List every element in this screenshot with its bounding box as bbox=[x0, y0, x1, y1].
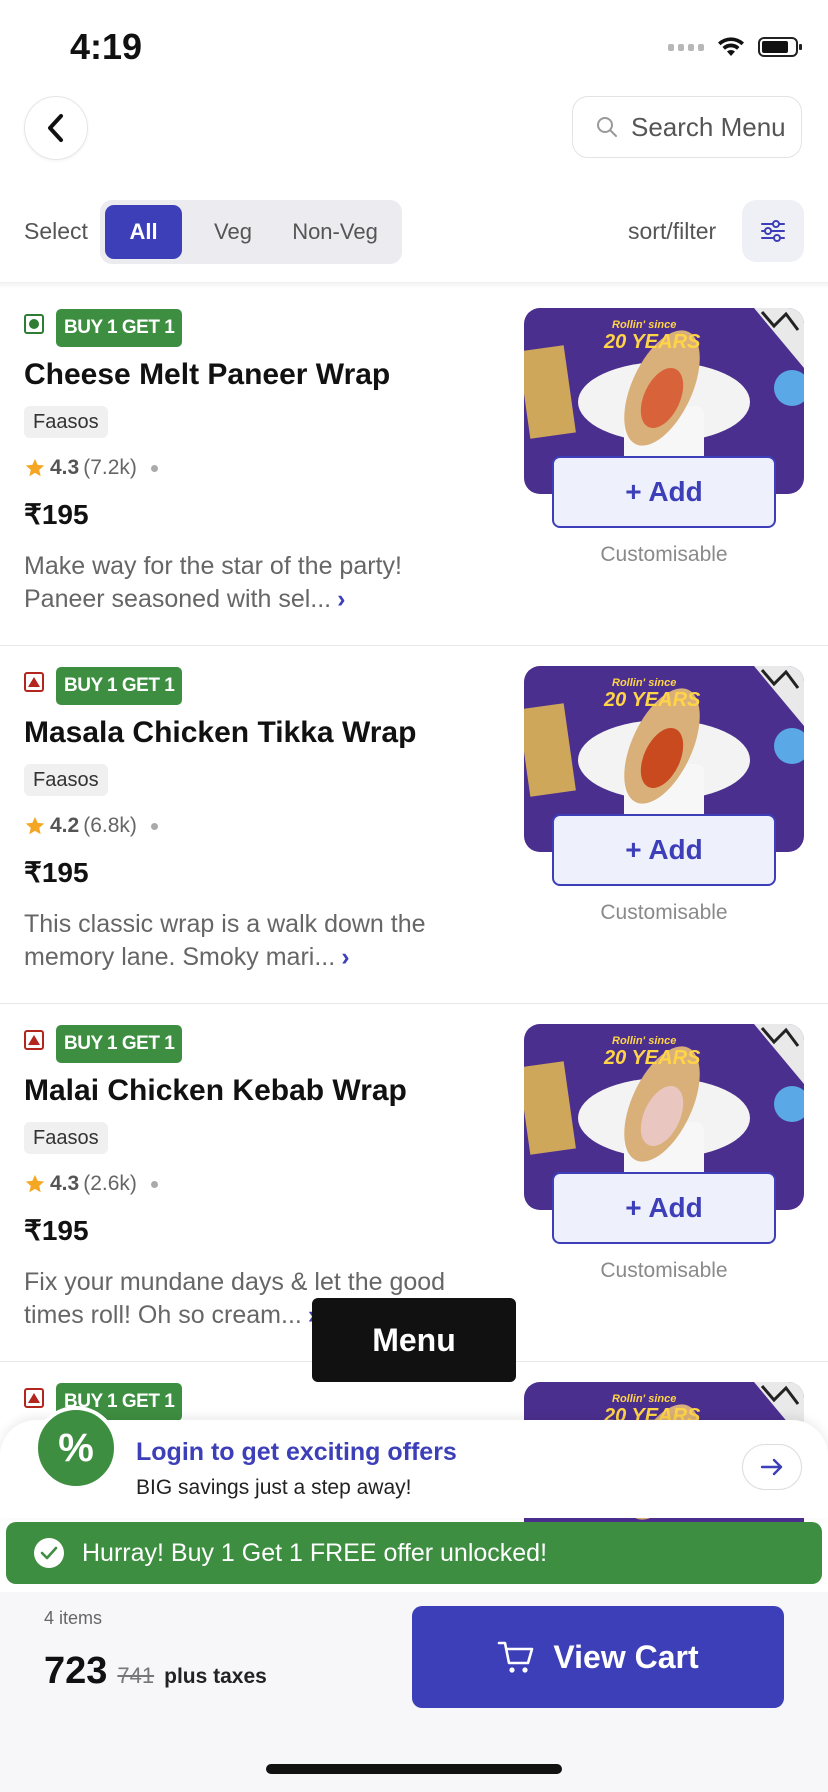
rating: 4.2 (6.8k) bbox=[24, 814, 158, 838]
add-button[interactable]: + Add bbox=[552, 1172, 776, 1244]
rating-count: (6.8k) bbox=[83, 814, 137, 837]
description-text: This classic wrap is a walk down the mem… bbox=[24, 910, 426, 971]
item-price: ₹195 bbox=[24, 1215, 89, 1246]
search-placeholder: Search Menu bbox=[631, 111, 786, 142]
sort-filter-label[interactable]: sort/filter bbox=[628, 218, 716, 245]
item-description[interactable]: This classic wrap is a walk down the mem… bbox=[24, 908, 464, 974]
rating-value: 4.3 bbox=[50, 1172, 80, 1195]
add-button[interactable]: + Add bbox=[552, 456, 776, 528]
chevron-right-icon[interactable]: › bbox=[341, 943, 349, 971]
rating-separator bbox=[150, 822, 158, 830]
offer-unlocked-text: Hurray! Buy 1 Get 1 FREE offer unlocked! bbox=[82, 1538, 548, 1567]
star-icon bbox=[25, 1174, 45, 1193]
home-indicator bbox=[266, 1764, 562, 1774]
brand-tag: Faasos bbox=[24, 406, 108, 438]
brand-tag: Faasos bbox=[24, 1122, 108, 1154]
wifi-icon bbox=[718, 37, 744, 56]
login-offer-subtitle: BIG savings just a step away! bbox=[136, 1476, 412, 1499]
search-menu-input[interactable]: Search Menu bbox=[572, 96, 802, 158]
taxes-note: plus taxes bbox=[164, 1665, 267, 1688]
login-offer-title[interactable]: Login to get exciting offers bbox=[136, 1438, 457, 1467]
rating-value: 4.3 bbox=[50, 456, 80, 479]
svg-text:20 YEARS: 20 YEARS bbox=[603, 331, 701, 353]
rating-count: (7.2k) bbox=[83, 456, 137, 479]
cart-icon bbox=[498, 1641, 534, 1673]
cart-items-count: 4 items bbox=[44, 1608, 103, 1628]
svg-text:Rollin' since: Rollin' since bbox=[612, 677, 676, 689]
item-price: ₹195 bbox=[24, 499, 89, 530]
offer-badge: BUY 1 GET 1 bbox=[56, 667, 183, 705]
item-name[interactable]: Cheese Melt Paneer Wrap bbox=[24, 358, 390, 392]
percent-icon: % bbox=[34, 1406, 118, 1490]
menu-item: BUY 1 GET 1 Cheese Melt Paneer Wrap Faas… bbox=[0, 288, 828, 646]
sort-filter-button[interactable] bbox=[742, 200, 804, 262]
customisable-label: Customisable bbox=[600, 543, 728, 566]
battery-icon bbox=[758, 37, 802, 57]
search-icon bbox=[597, 117, 617, 137]
item-price: ₹195 bbox=[24, 857, 89, 888]
add-button[interactable]: + Add bbox=[552, 814, 776, 886]
select-label: Select bbox=[24, 218, 88, 244]
view-cart-label: View Cart bbox=[553, 1638, 699, 1675]
cart-total-price: 723 bbox=[44, 1650, 108, 1692]
arrow-right-button[interactable] bbox=[742, 1444, 802, 1490]
rating-count: (2.6k) bbox=[83, 1172, 137, 1195]
item-description[interactable]: Make way for the star of the party! Pane… bbox=[24, 550, 464, 616]
image-badge-text: Rollin' since bbox=[612, 319, 676, 331]
customisable-label: Customisable bbox=[600, 901, 728, 924]
veg-icon bbox=[24, 314, 44, 334]
view-cart-button[interactable]: View Cart bbox=[412, 1606, 784, 1708]
svg-text:20 YEARS: 20 YEARS bbox=[603, 1047, 701, 1069]
rating-separator bbox=[150, 1180, 158, 1188]
menu-item: BUY 1 GET 1 Masala Chicken Tikka Wrap Fa… bbox=[0, 646, 828, 1004]
filter-veg[interactable]: Veg bbox=[200, 205, 266, 259]
customisable-label: Customisable bbox=[600, 1259, 728, 1282]
signal-icon bbox=[668, 43, 704, 51]
cart-bar: 4 items 723 741 plus taxes View Cart bbox=[0, 1592, 828, 1792]
brand-tag: Faasos bbox=[24, 764, 108, 796]
chevron-left-icon bbox=[48, 114, 63, 142]
menu-button[interactable]: Menu bbox=[312, 1298, 516, 1382]
rating-separator bbox=[150, 464, 158, 472]
status-time: 4:19 bbox=[70, 26, 143, 67]
rating: 4.3 (7.2k) bbox=[24, 456, 158, 480]
item-name[interactable]: Malai Chicken Kebab Wrap bbox=[24, 1074, 407, 1108]
star-icon bbox=[25, 816, 45, 835]
login-offer-banner[interactable]: % Login to get exciting offers BIG savin… bbox=[0, 1406, 828, 1518]
non-veg-icon bbox=[24, 1030, 44, 1050]
chevron-right-icon[interactable]: › bbox=[337, 585, 345, 613]
offer-unlocked-banner: Hurray! Buy 1 Get 1 FREE offer unlocked! bbox=[6, 1522, 822, 1584]
svg-text:Rollin' since: Rollin' since bbox=[612, 1393, 676, 1405]
status-icons bbox=[668, 36, 802, 58]
filter-all[interactable]: All bbox=[105, 205, 182, 259]
description-text: Make way for the star of the party! Pane… bbox=[24, 552, 402, 613]
cart-total: 723 741 plus taxes bbox=[44, 1650, 267, 1693]
offer-badge: BUY 1 GET 1 bbox=[56, 1025, 183, 1063]
diet-filter-segmented: All Veg Non-Veg bbox=[100, 200, 402, 264]
rating-value: 4.2 bbox=[50, 814, 80, 837]
arrow-right-icon bbox=[760, 1458, 783, 1476]
item-name[interactable]: Masala Chicken Tikka Wrap bbox=[24, 716, 416, 750]
rating: 4.3 (2.6k) bbox=[24, 1172, 158, 1196]
svg-text:20 YEARS: 20 YEARS bbox=[603, 689, 701, 711]
offer-badge: BUY 1 GET 1 bbox=[56, 309, 183, 347]
star-icon bbox=[25, 458, 45, 477]
non-veg-icon bbox=[24, 672, 44, 692]
svg-text:Rollin' since: Rollin' since bbox=[612, 1035, 676, 1047]
back-button[interactable] bbox=[24, 96, 88, 160]
check-circle-icon bbox=[34, 1538, 64, 1568]
sliders-icon bbox=[761, 220, 785, 242]
non-veg-icon bbox=[24, 1388, 44, 1408]
filter-non-veg[interactable]: Non-Veg bbox=[272, 205, 398, 259]
cart-original-price: 741 bbox=[117, 1663, 155, 1688]
